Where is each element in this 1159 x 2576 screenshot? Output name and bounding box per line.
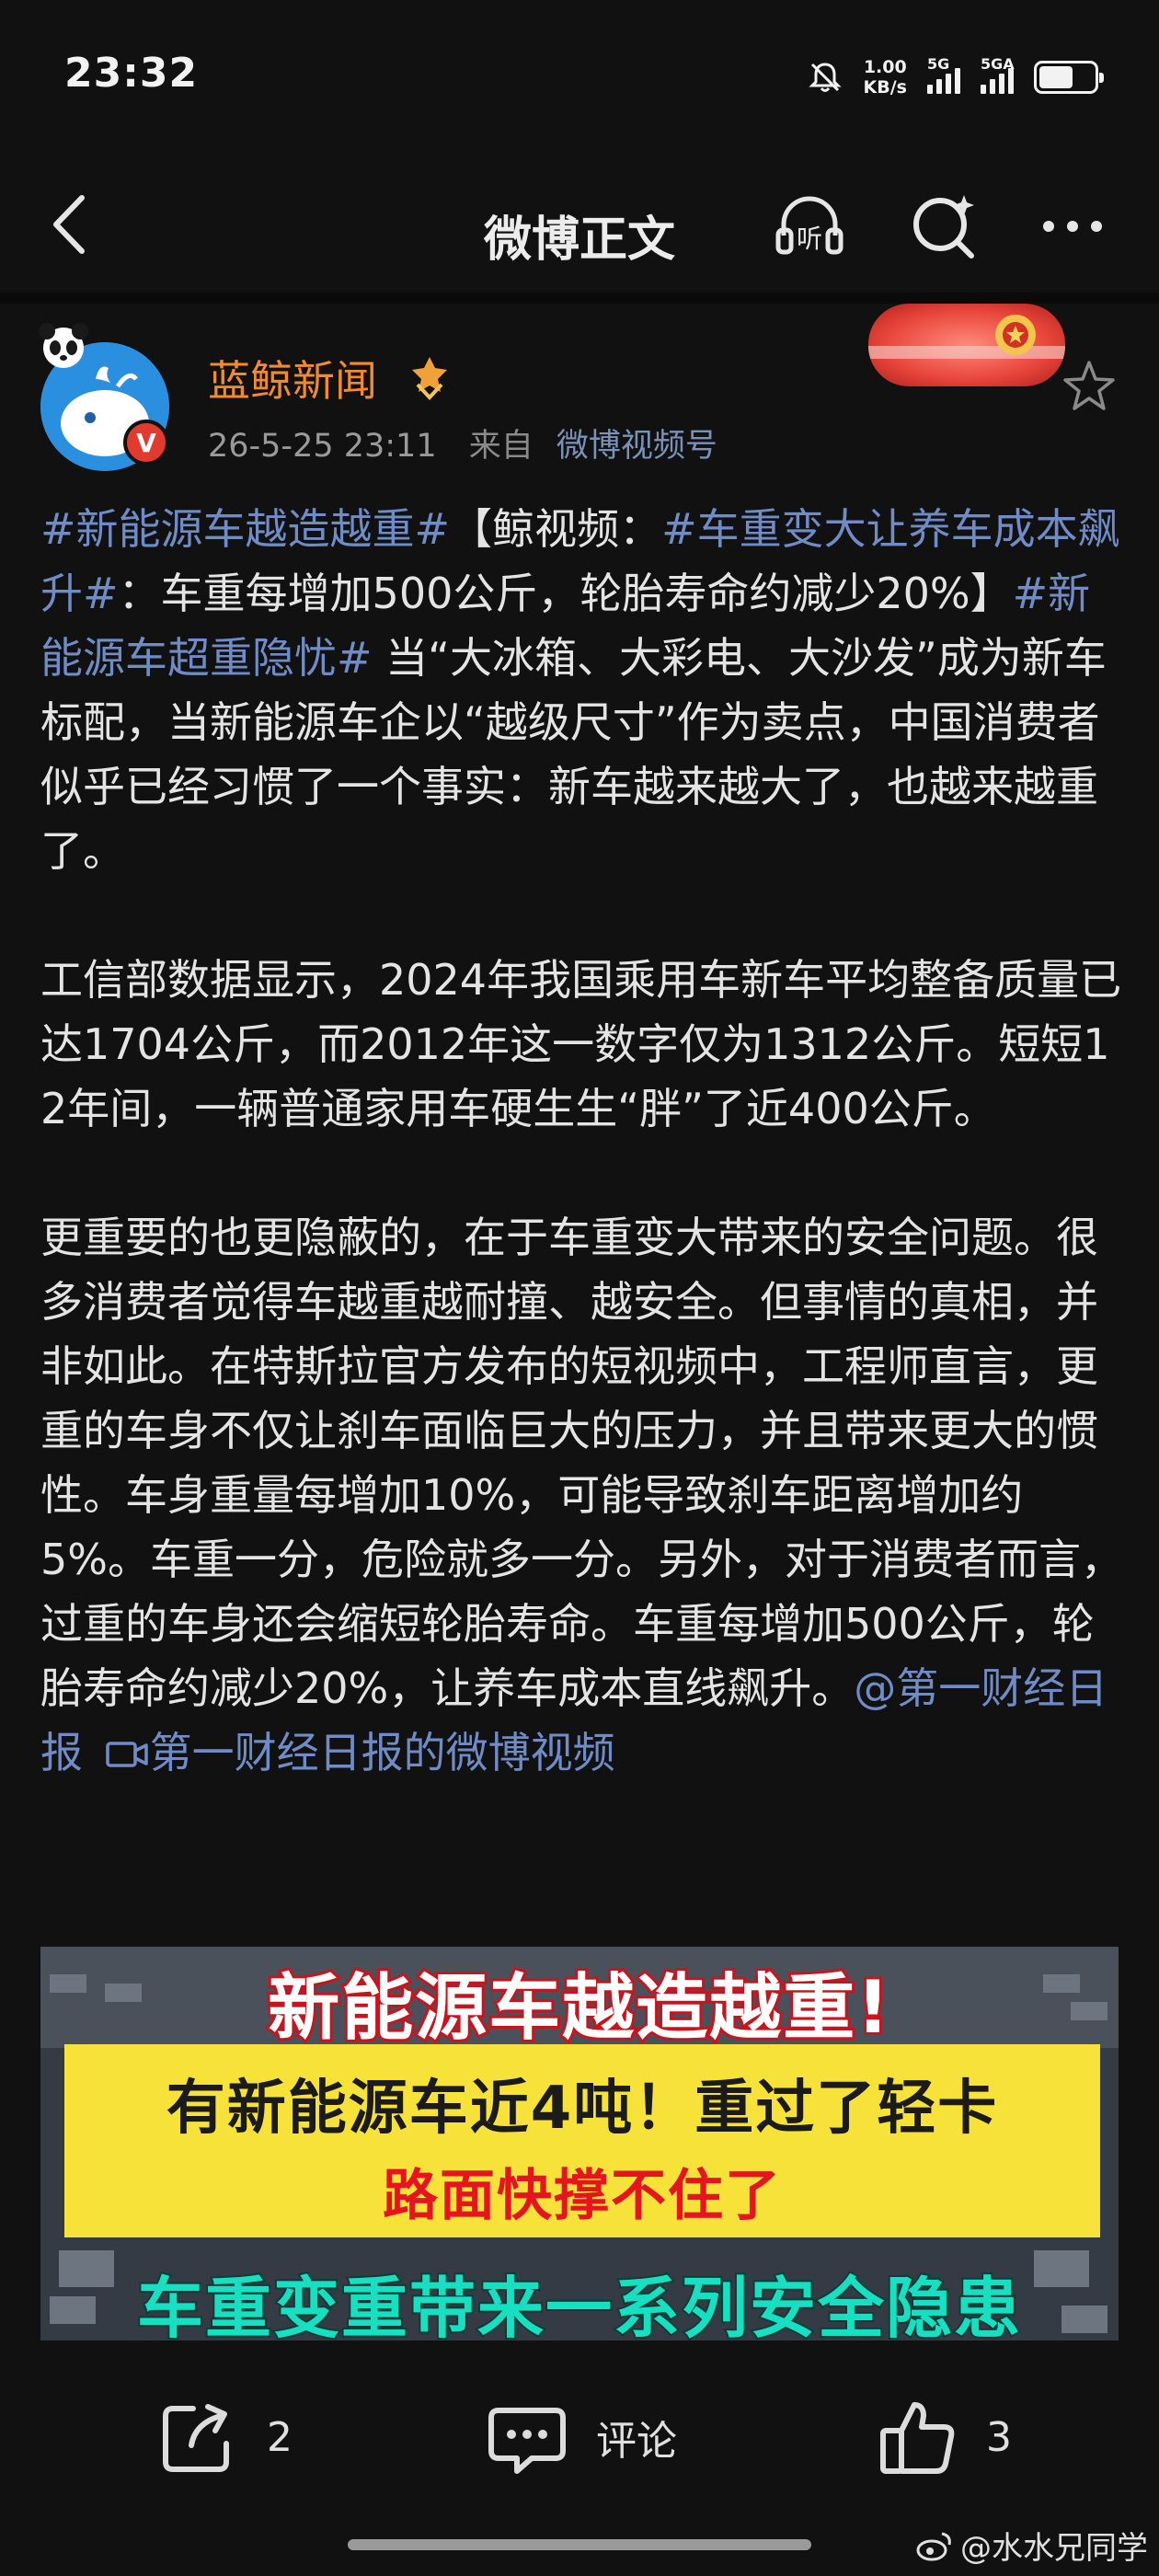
nav-bar: 微博正文 听 (0, 156, 1159, 294)
weibo-logo-icon (916, 2532, 951, 2560)
status-icons: 1.00 KB/s 5G 5GA (807, 52, 1104, 103)
repost-button[interactable]: 2 (156, 2396, 293, 2478)
page-title: 微博正文 (483, 213, 675, 268)
mute-bell-icon (808, 63, 842, 92)
repost-icon (163, 2404, 229, 2472)
post-time: 26-5-25 23:11 (208, 428, 437, 465)
more-button[interactable] (1034, 188, 1111, 265)
listen-icon: 听 (775, 196, 843, 255)
paragraph-3: 更重要的也更隐蔽的，在于车重变大带来的安全问题。很多消费者觉得车越重越耐撞、越安… (40, 1213, 1123, 1777)
video-link[interactable]: 第一财经日报的微博视频 (97, 1728, 615, 1777)
video-player[interactable]: 新能源车越造越重! 有新能源车近4吨！重过了轻卡 路面快撑不住了 车重变重带来一… (40, 1947, 1119, 2340)
search-icon (913, 195, 974, 259)
video-link-icon (105, 1742, 148, 1767)
svg-text:听: 听 (797, 224, 822, 254)
paragraph-2: 工信部数据显示，2024年我国乘用车新车平均整备质量已达1704公斤，而2012… (40, 955, 1122, 1133)
video-caption-line3: 路面快撑不住了 (383, 2164, 782, 2228)
panda-pendant-icon (39, 323, 88, 368)
video-caption-title: 新能源车越造越重! (265, 1964, 892, 2053)
weibo-watermark: @水水兄同学 (916, 2523, 1148, 2568)
favorite-star-icon[interactable] (1060, 357, 1119, 416)
video-caption-line2: 有新能源车近4吨！重过了轻卡 (166, 2075, 999, 2143)
thumbs-up-icon (880, 2402, 955, 2474)
paragraph-1: #新能源车越造越重#【鲸视频：#车重变大让养车成本飙升#：车重每增加500公斤，… (40, 504, 1120, 876)
comment-button[interactable]: 评论 (486, 2396, 677, 2478)
home-indicator[interactable] (348, 2539, 811, 2550)
source-prefix: 来自 (468, 428, 534, 465)
network-speed: 1.00 KB/s (863, 57, 907, 98)
action-bar: 2 评论 3 (0, 2340, 1159, 2524)
comment-label: 评论 (596, 2418, 677, 2465)
signal-sim2-icon: 5GA (981, 55, 1015, 94)
more-icon (1043, 221, 1102, 232)
status-clock: 23:32 (64, 50, 199, 97)
listen-button[interactable]: 听 (771, 188, 848, 265)
like-count: 3 (986, 2413, 1012, 2461)
comment-icon (488, 2408, 566, 2474)
post-meta: 26-5-25 23:11 来自 微博视频号 (208, 420, 717, 466)
verified-badge: V (123, 420, 169, 466)
post-source-link[interactable]: 微博视频号 (557, 428, 717, 465)
signal-sim1-icon: 5G (927, 55, 960, 94)
post-content: #新能源车越造越重#【鲸视频：#车重变大让养车成本飙升#：车重每增加500公斤，… (40, 497, 1126, 1785)
battery-icon (1034, 61, 1104, 94)
status-bar: 23:32 1.00 KB/s 5G 5GA (0, 0, 1159, 156)
search-button[interactable] (905, 188, 982, 265)
username[interactable]: 蓝鲸新闻 (208, 348, 377, 408)
battery-level (1039, 66, 1073, 88)
national-emblem-banner[interactable] (868, 304, 1065, 386)
topic-link[interactable]: #新能源车越造越重# (40, 504, 450, 554)
like-button[interactable]: 3 (876, 2396, 1012, 2478)
repost-count: 2 (267, 2413, 293, 2461)
header-divider (0, 293, 1159, 304)
video-caption-line4: 车重变重带来一系列安全隐患 (135, 2268, 1022, 2340)
fan-medal-icon (412, 357, 447, 400)
